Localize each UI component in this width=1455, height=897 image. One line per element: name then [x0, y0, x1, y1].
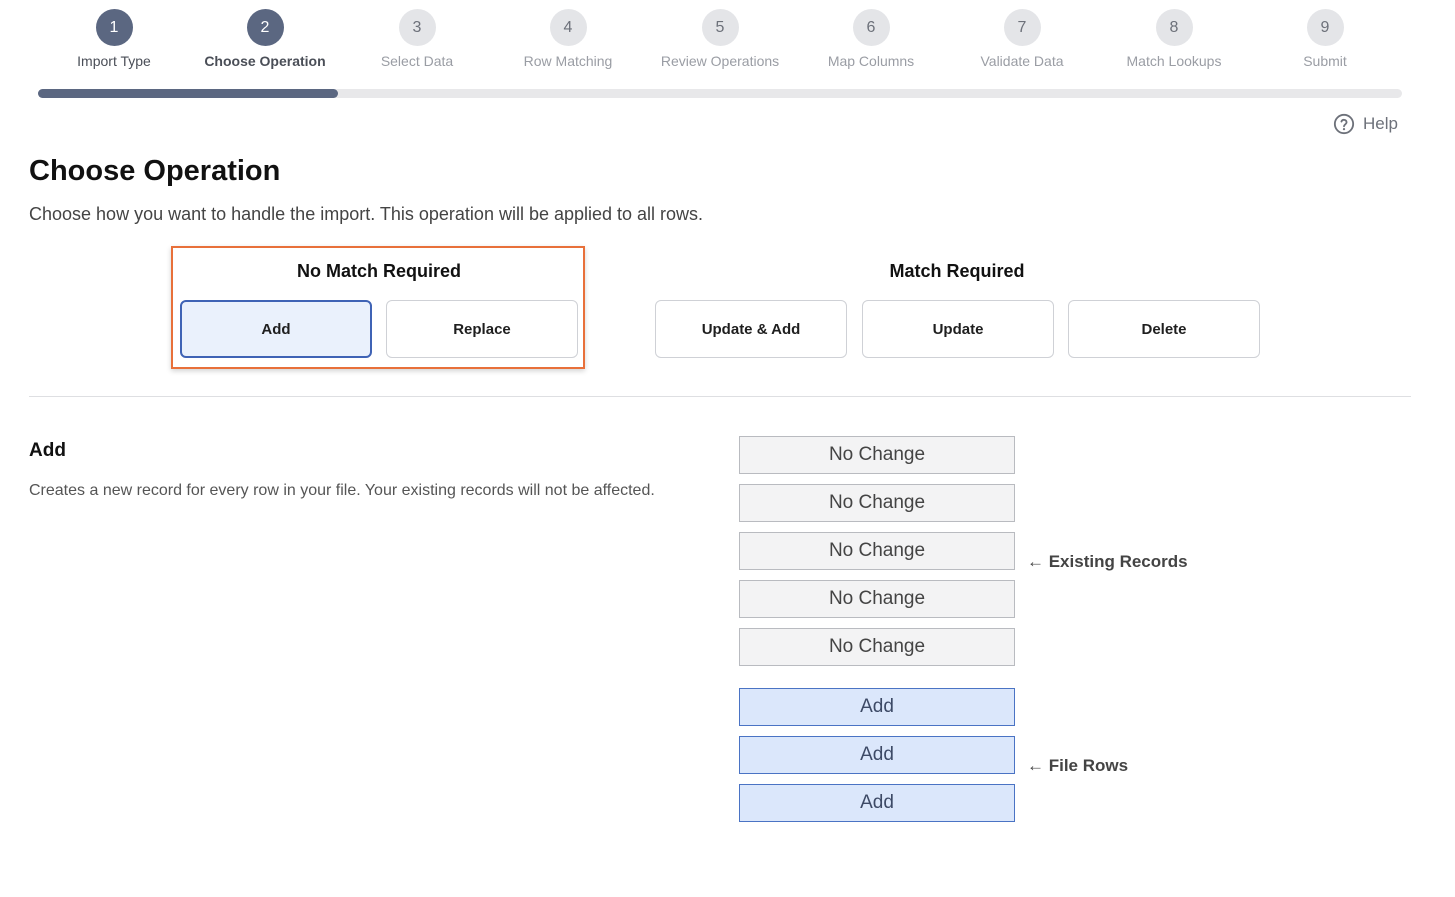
step-validate-data[interactable]: 7 Validate Data: [942, 9, 1102, 69]
progress-bar-fill: [38, 89, 339, 98]
existing-records-label: ← Existing Records: [1027, 552, 1188, 571]
step-number: 7: [1003, 9, 1041, 46]
step-match-lookups[interactable]: 8 Match Lookups: [1094, 9, 1254, 69]
no-match-required-title: No Match Required: [296, 261, 461, 281]
step-number: 2: [246, 9, 284, 46]
step-number: 4: [549, 9, 587, 46]
step-label: Review Operations: [660, 53, 780, 69]
step-number: 6: [852, 9, 890, 46]
step-label: Validate Data: [980, 53, 1064, 69]
match-required-title: Match Required: [889, 261, 1025, 281]
step-number: 9: [1306, 9, 1344, 46]
file-rows-label: ← File Rows: [1027, 756, 1129, 775]
section-divider: [29, 396, 1411, 397]
step-label: Import Type: [77, 53, 151, 69]
step-label: Match Lookups: [1126, 53, 1222, 69]
update-operation-button[interactable]: Update: [862, 300, 1054, 358]
step-label: Map Columns: [827, 53, 915, 69]
step-submit[interactable]: 9 Submit: [1245, 9, 1405, 69]
file-row: Add: [739, 736, 1015, 774]
step-import-type[interactable]: 1 Import Type: [34, 9, 194, 69]
step-row-matching[interactable]: 4 Row Matching: [488, 9, 648, 69]
step-number: 3: [398, 9, 436, 46]
update-and-add-operation-button[interactable]: Update & Add: [655, 300, 847, 358]
step-label: Select Data: [380, 53, 454, 69]
existing-record-row: No Change: [739, 532, 1015, 570]
step-number: 5: [701, 9, 739, 46]
help-label: Help: [1363, 114, 1398, 133]
question-circle-icon: [1333, 113, 1355, 135]
step-select-data[interactable]: 3 Select Data: [337, 9, 497, 69]
file-row: Add: [739, 784, 1015, 822]
replace-operation-button[interactable]: Replace: [386, 300, 578, 358]
operation-detail-description: Creates a new record for every row in yo…: [29, 482, 655, 499]
existing-record-row: No Change: [739, 436, 1015, 474]
step-map-columns[interactable]: 6 Map Columns: [791, 9, 951, 69]
step-number: 1: [95, 9, 133, 46]
progress-bar: [38, 89, 1402, 98]
step-label: Submit: [1303, 53, 1347, 69]
page-title: Choose Operation: [29, 155, 281, 187]
existing-record-row: No Change: [739, 580, 1015, 618]
page-description: Choose how you want to handle the import…: [29, 204, 704, 224]
step-choose-operation[interactable]: 2 Choose Operation: [185, 9, 345, 69]
step-review-operations[interactable]: 5 Review Operations: [640, 9, 800, 69]
step-number: 8: [1155, 9, 1193, 46]
add-operation-button[interactable]: Add: [180, 300, 372, 358]
existing-record-row: No Change: [739, 628, 1015, 666]
help-link[interactable]: Help: [1333, 113, 1398, 135]
operation-detail-title: Add: [29, 440, 66, 461]
step-label: Choose Operation: [204, 53, 326, 69]
import-stepper: 1 Import Type 2 Choose Operation 3 Selec…: [0, 0, 1455, 100]
file-row: Add: [739, 688, 1015, 726]
delete-operation-button[interactable]: Delete: [1068, 300, 1260, 358]
existing-record-row: No Change: [739, 484, 1015, 522]
step-label: Row Matching: [523, 53, 613, 69]
